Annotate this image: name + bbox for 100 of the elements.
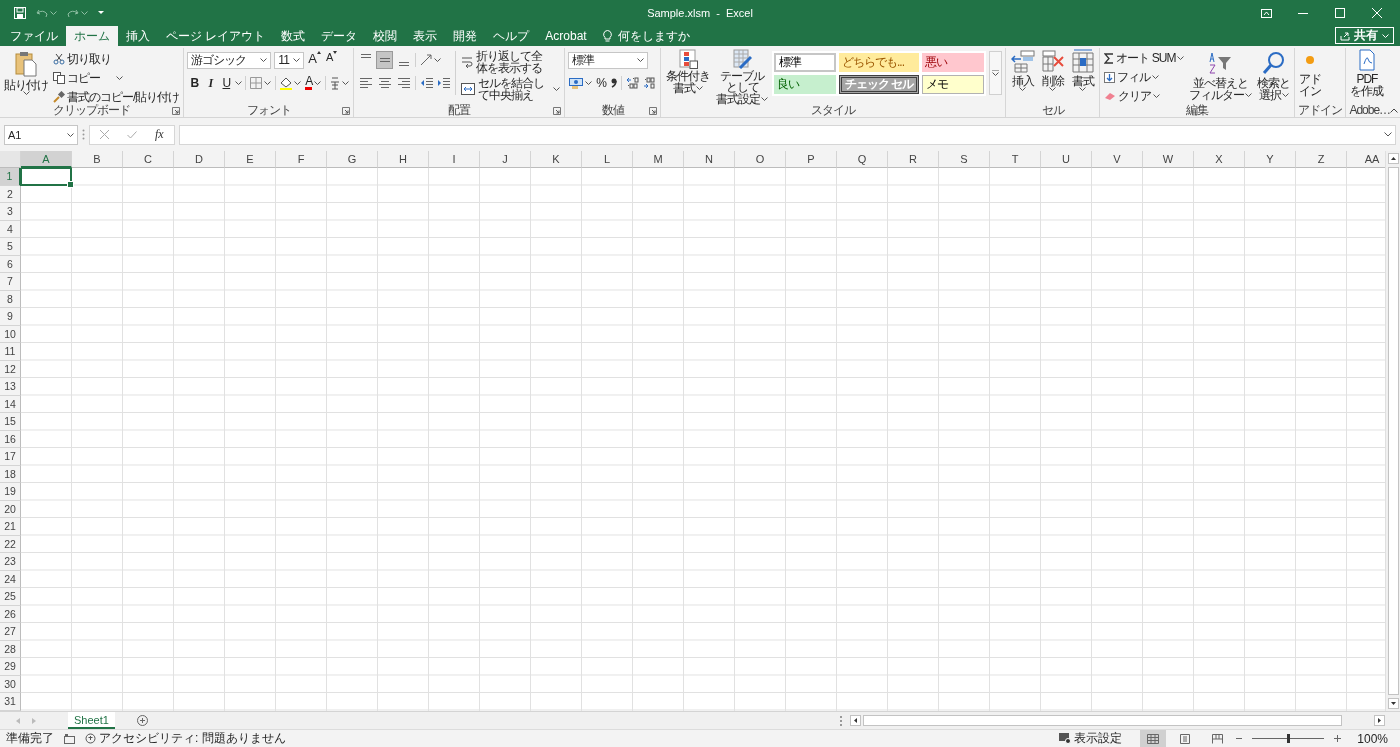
ribbon-tab[interactable]: データ [313,26,366,46]
group-label: アドイン [1298,104,1343,117]
increase-decimal-button[interactable] [625,74,641,92]
sheet-tab[interactable]: Sheet1 [68,712,115,729]
save-button[interactable] [14,7,26,19]
group-label: フォント [246,104,291,117]
format-as-table-button[interactable]: テーブルとして 書式設定 [715,49,770,105]
scroll-right-icon[interactable] [1378,718,1381,723]
zoom-slider-thumb[interactable] [1287,734,1291,743]
dialog-launcher-icon[interactable] [172,106,181,115]
clear-button[interactable]: クリア [1103,87,1186,105]
cell-grid[interactable] [21,168,1385,711]
customize-toolbar-button[interactable] [98,11,104,15]
create-pdf-button[interactable]: PDF を作成 [1349,49,1385,97]
ribbon-tab[interactable]: 校閲 [365,26,406,46]
monitor-gear-icon [1059,733,1072,744]
checkmark-icon[interactable] [127,130,137,139]
conditional-formatting-button[interactable]: 条件付き 書式 [664,49,713,94]
autosum-button[interactable]: オート SUM [1103,49,1186,67]
page-view-icon [1180,733,1191,744]
format-cells-button[interactable]: 書式 [1069,49,1097,91]
caret-icon [264,81,272,85]
scissors-icon [53,53,65,65]
number-format-dropdown[interactable]: 標準 [568,51,649,69]
magnifier-icon [1261,51,1286,75]
row-header[interactable]: 1 [0,168,21,186]
decrease-font-size-button[interactable]: A [325,51,339,69]
formula-input-field[interactable] [178,124,1396,145]
copy-button[interactable]: コピー [52,69,181,87]
ribbon-tab[interactable]: 数式 [273,26,314,46]
sort-filter-button[interactable]: 並べ替えと フィルター [1188,51,1254,101]
view-button[interactable] [1140,730,1167,747]
italic-button[interactable]: I [203,74,218,92]
insert-function-button[interactable]: fx [155,127,164,142]
phonetic-guide-button[interactable] [329,74,351,92]
font-size-dropdown[interactable]: 11 [274,51,305,69]
dialog-launcher-icon[interactable] [553,106,562,115]
find-select-button[interactable]: 検索と 選択 [1256,51,1292,101]
cut-button[interactable]: 切り取り [52,50,181,68]
middle-align-button[interactable] [376,51,394,69]
caret-icon [22,91,30,95]
angled-text-icon [420,54,433,66]
bold-button[interactable]: B [187,74,202,92]
caret-icon [342,81,350,85]
add-ins-button[interactable]: アド イン [1298,49,1323,97]
fill-button[interactable]: フィル [1103,68,1186,86]
redo-button[interactable] [67,8,88,18]
display-settings-button[interactable]: 表示設定 [1059,730,1123,747]
underline-button[interactable]: U [219,74,234,92]
accessibility-button[interactable]: アクセシビリティ: 問題ありません [85,730,286,747]
undo-button[interactable] [36,8,57,18]
add-sheet-icon[interactable] [136,715,148,726]
ribbon-tab[interactable]: 開発 [445,26,486,46]
caret-icon [98,11,104,15]
cell-style-swatch[interactable]: 標準 [774,53,837,72]
insert-cells-button[interactable]: 挿入 [1009,49,1037,91]
vertical-scrollbar[interactable] [1385,151,1400,711]
ribbon-tab[interactable]: 挿入 [118,26,158,46]
undo-arrow-icon [36,8,48,18]
scroll-up-icon[interactable] [1390,157,1396,160]
file-tab[interactable]: ファイル [2,26,66,46]
name-box[interactable]: A1 [4,124,78,145]
tell-me-search[interactable]: 何をしますか [594,26,698,46]
paste-button[interactable]: 貼り付け [3,51,49,95]
cell-style-swatch[interactable]: 良い [774,75,837,94]
scroll-down-icon[interactable] [1390,702,1396,705]
zoom-in-icon[interactable] [1334,735,1342,742]
ribbon-tab[interactable]: 表示 [405,26,446,46]
eraser-icon [1104,91,1117,101]
zoom-percentage[interactable]: 100% [1357,731,1388,746]
ribbon-tab[interactable]: ページ レイアウト [158,26,274,46]
font-color-button[interactable]: A [304,74,323,92]
collapse-ribbon-icon[interactable] [1390,108,1399,113]
column-header[interactable]: A [21,151,72,168]
macro-record-icon[interactable] [64,733,75,744]
caret-icon [1019,87,1027,91]
wrap-text-button[interactable]: 折り返して全体を表示する [460,50,562,74]
cell-style-swatch[interactable]: メモ [922,75,985,94]
active-cell-outline [20,168,72,186]
ribbon-tab[interactable]: Acrobat [537,26,595,46]
font-name-dropdown[interactable]: 游ゴシック [187,51,272,69]
format-cells-icon [1070,49,1095,73]
highlighted-table-icon [678,49,699,69]
increase-font-size-button[interactable]: A [307,51,322,69]
caret-icon[interactable] [1384,132,1392,137]
cell-style-swatch[interactable]: どちらでも... [839,53,920,72]
scroll-left-icon[interactable] [854,718,857,723]
delete-cells-button[interactable]: 削除 [1039,49,1067,91]
cell-style-swatch[interactable]: 悪い [922,53,985,72]
share-button[interactable]: 共有 [1335,27,1394,44]
decrease-decimal-button[interactable] [642,74,658,92]
horizontal-scrollbar[interactable] [850,714,1385,727]
ribbon-tab[interactable]: ヘルプ [485,26,538,46]
dialog-launcher-icon[interactable] [342,106,351,115]
minimize-icon [1298,12,1308,14]
dialog-launcher-icon[interactable] [649,106,658,115]
borders-button[interactable] [249,74,273,92]
percent-style-button[interactable]: % [595,74,609,92]
merge-center-button[interactable]: セルを結合して中央揃え [460,77,562,101]
ribbon-tab[interactable]: ホーム [66,26,118,46]
